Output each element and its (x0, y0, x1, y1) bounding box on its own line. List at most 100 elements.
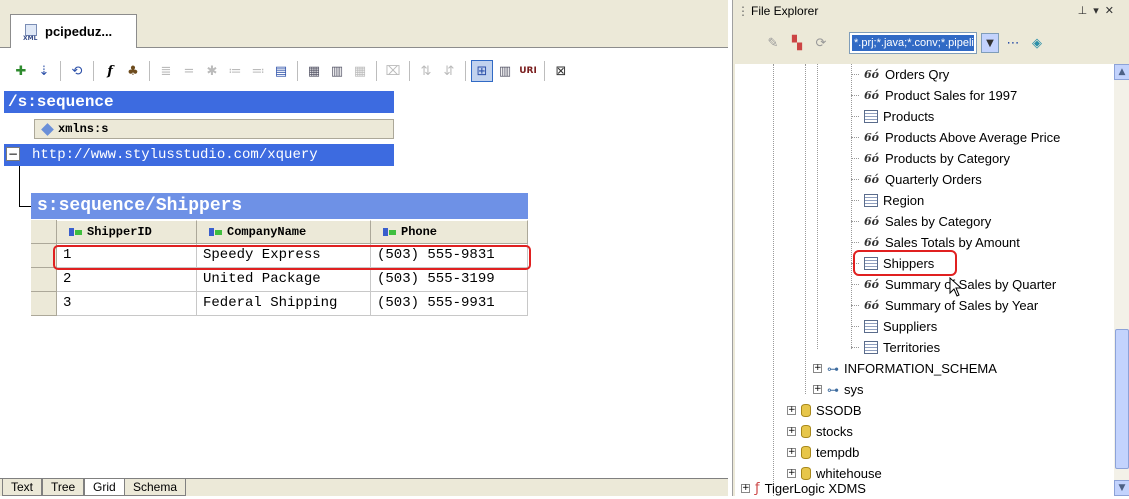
insert-column-icon[interactable]: ▥ (326, 60, 348, 82)
refresh-icon[interactable]: ⟳ (811, 33, 831, 53)
tab-schema[interactable]: Schema (124, 479, 187, 496)
tree-item[interactable]: 6ó Summary of Sales by Year (851, 295, 1038, 316)
expand-icon[interactable]: + (813, 364, 822, 373)
show-grid-icon[interactable]: ⊞ (471, 60, 493, 82)
chevron-down-icon[interactable]: ▼ (981, 33, 999, 53)
row-header[interactable] (31, 292, 57, 316)
grid-header-row: ShipperID CompanyName Phone (31, 220, 528, 244)
scroll-down-icon[interactable]: ▼ (1114, 480, 1129, 496)
tree-item-label: Summary of Sales by Quarter (885, 277, 1057, 292)
grid-cell[interactable]: United Package (197, 268, 371, 292)
close-icon[interactable]: ✕ (1105, 4, 1120, 17)
column-header-label: Phone (401, 225, 438, 239)
refresh-icon[interactable]: ⟲ (66, 60, 88, 82)
view-icon: 6ó (864, 278, 879, 291)
expand-icon[interactable]: + (787, 448, 796, 457)
drag-handle-icon[interactable]: ⋮ (737, 4, 749, 18)
tree-item[interactable]: + stocks (787, 421, 853, 442)
collapse-toggle-icon[interactable]: − (6, 147, 20, 161)
tree-item-label: INFORMATION_SCHEMA (844, 361, 997, 376)
tree-guide-line (773, 64, 774, 496)
tree-scrollbar[interactable]: ▲ ▼ (1114, 64, 1129, 496)
toolbar-separator (544, 61, 545, 81)
equals-icon[interactable]: = (178, 60, 200, 82)
grid-cell[interactable]: (503) 555-3199 (371, 268, 528, 292)
expand-icon[interactable]: + (787, 469, 796, 478)
view-options-icon[interactable]: ◈ (1027, 33, 1047, 53)
delete-row-icon[interactable]: ▦ (349, 60, 371, 82)
expand-icon[interactable]: + (813, 385, 822, 394)
uri-icon[interactable]: URI (517, 60, 539, 82)
wildcard-filter-icon[interactable]: ⋯ (1003, 33, 1023, 53)
tree-item[interactable]: Territories (851, 337, 940, 358)
panel-title-bar: ⋮ File Explorer ⊥▾✕ (733, 0, 1129, 22)
scroll-up-icon[interactable]: ▲ (1114, 64, 1129, 80)
expand-icon[interactable]: + (741, 484, 750, 493)
tree-item[interactable]: + SSODB (787, 400, 862, 421)
grid-cell[interactable]: 3 (57, 292, 197, 316)
toolbar-separator (93, 61, 94, 81)
tree-item[interactable]: 6ó Quarterly Orders (851, 169, 982, 190)
delete-icon[interactable]: ✱ (201, 60, 223, 82)
grid-cell[interactable]: 2 (57, 268, 197, 292)
table-row[interactable]: 3 Federal Shipping (503) 555-9931 (31, 292, 528, 316)
tree-item[interactable]: 6ó Orders Qry (851, 64, 949, 85)
tree-item-label: TigerLogic XDMS (764, 481, 866, 496)
menu-dropdown-icon[interactable]: ▾ (1093, 4, 1105, 17)
table-icon (864, 341, 878, 354)
attribute-value[interactable]: http://www.stylusstudio.com/xquery (4, 144, 394, 166)
grid-cell[interactable]: (503) 555-9931 (371, 292, 528, 316)
scrollbar-thumb[interactable] (1115, 329, 1129, 469)
grid-corner[interactable] (31, 220, 57, 244)
table-view-icon[interactable]: ▤ (270, 60, 292, 82)
tree-expand-icon[interactable]: ♣ (122, 60, 144, 82)
expand-icon[interactable]: + (787, 427, 796, 436)
tab-text[interactable]: Text (2, 479, 43, 496)
align-left-icon[interactable]: ≣ (155, 60, 177, 82)
row-header[interactable] (31, 268, 57, 292)
grid-cell[interactable]: Federal Shipping (197, 292, 371, 316)
column-header-shipperid[interactable]: ShipperID (57, 220, 197, 244)
tree-item[interactable]: 6ó Products Above Average Price (851, 127, 1060, 148)
function-icon[interactable]: f (99, 60, 121, 82)
sort-descending-icon[interactable]: ⇵ (438, 60, 460, 82)
file-filter-combobox[interactable]: *.prj;*.java;*.conv;*.pipeline;*.re (849, 32, 977, 54)
root-element-header[interactable]: /s:sequence (4, 91, 394, 113)
collapse-all-icon[interactable]: ⊠ (550, 60, 572, 82)
tab-tree[interactable]: Tree (42, 479, 85, 496)
attribute-header-cell[interactable]: xmlns:s (34, 119, 394, 139)
tree-item[interactable]: 6ó Sales by Category (851, 211, 991, 232)
toolbar-separator (149, 61, 150, 81)
column-header-label: CompanyName (227, 225, 307, 239)
indent-icon[interactable]: ≔ (224, 60, 246, 82)
tree-item[interactable]: 6ó Products by Category (851, 148, 1010, 169)
new-project-icon[interactable]: ▚ (787, 33, 807, 53)
sort-ascending-icon[interactable]: ⇅ (415, 60, 437, 82)
insert-row-icon[interactable]: ▦ (303, 60, 325, 82)
columns-icon[interactable]: ▥ (494, 60, 516, 82)
tab-grid[interactable]: Grid (84, 479, 125, 496)
tree-item-label: Sales by Category (885, 214, 992, 229)
view-icon: 6ó (864, 68, 879, 81)
tree-item[interactable]: Region (851, 190, 924, 211)
tree-item[interactable]: Suppliers (851, 316, 937, 337)
pin-icon[interactable]: ⊥ (1078, 4, 1094, 17)
tree-item[interactable]: Products (851, 106, 934, 127)
table-row[interactable]: 2 United Package (503) 555-3199 (31, 268, 528, 292)
database-icon (801, 404, 811, 417)
move-down-icon[interactable]: ⇣ (33, 60, 55, 82)
outdent-icon[interactable]: ≕ (247, 60, 269, 82)
expand-icon[interactable]: + (787, 406, 796, 415)
tree-item[interactable]: 6ó Product Sales for 1997 (851, 85, 1017, 106)
tree-item[interactable]: + tempdb (787, 442, 859, 463)
tree-item[interactable]: + ⊶ sys (813, 379, 864, 400)
clear-icon[interactable]: ⌧ (382, 60, 404, 82)
column-header-phone[interactable]: Phone (371, 220, 528, 244)
add-element-icon[interactable]: ✚ (10, 60, 32, 82)
tree-item[interactable]: + ⊶ INFORMATION_SCHEMA (813, 358, 997, 379)
child-element-header[interactable]: s:sequence/Shippers (31, 193, 528, 219)
open-folder-icon[interactable]: ✎ (763, 33, 783, 53)
file-filter-value[interactable]: *.prj;*.java;*.conv;*.pipeline;*.re (852, 35, 974, 51)
document-tab[interactable]: XML pcipeduz... (10, 14, 137, 48)
column-header-companyname[interactable]: CompanyName (197, 220, 371, 244)
